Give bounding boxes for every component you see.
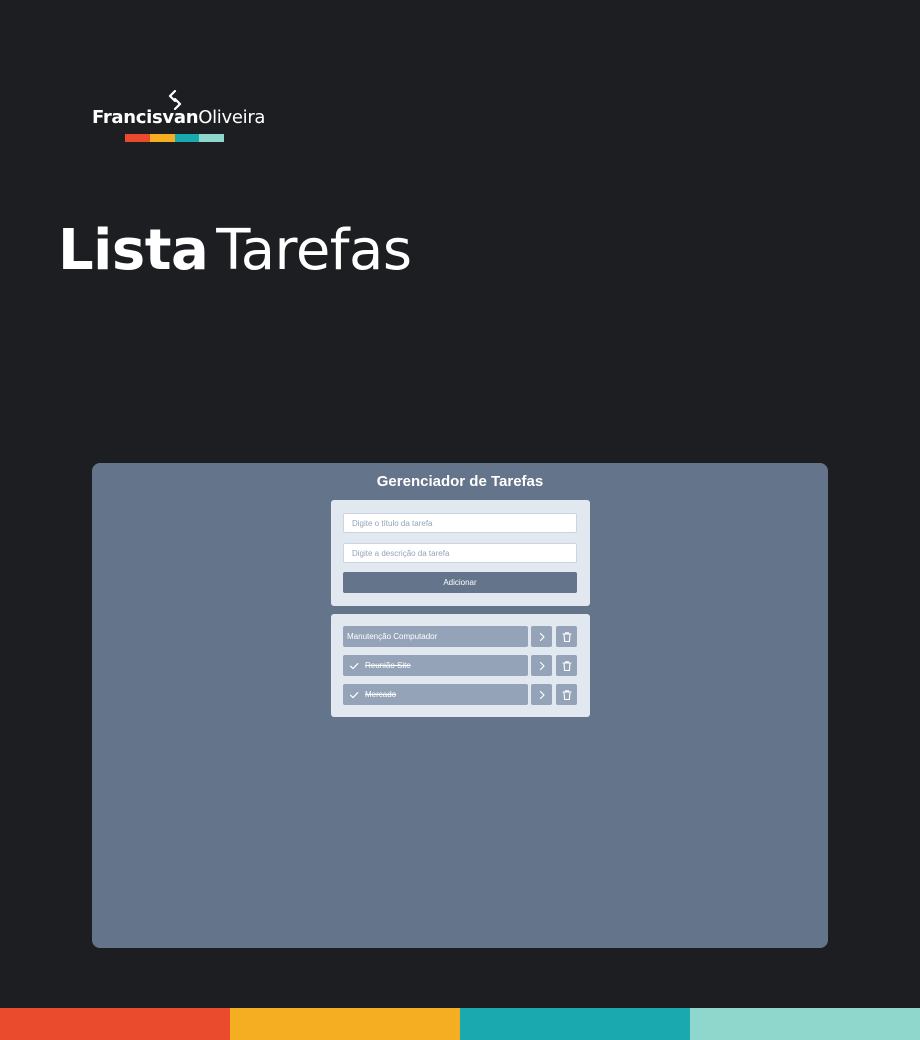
task-title-input[interactable] bbox=[343, 513, 577, 533]
add-task-button[interactable]: Adicionar bbox=[343, 572, 577, 593]
stripe-yellow bbox=[230, 1008, 460, 1040]
brand-stripe bbox=[0, 1008, 920, 1040]
stripe-teal bbox=[460, 1008, 690, 1040]
task-item: Reunião Site bbox=[343, 655, 577, 676]
task-details-button[interactable] bbox=[531, 626, 552, 647]
brand-last-name: Oliveira bbox=[198, 107, 266, 128]
chevron-right-icon bbox=[539, 690, 545, 699]
brand-color-yellow bbox=[149, 134, 175, 142]
task-list: Manutenção Computador Reunião Site Merca… bbox=[331, 614, 590, 717]
trash-icon bbox=[561, 689, 572, 700]
page-title-bold: Lista bbox=[58, 218, 209, 283]
brand-color-teal bbox=[174, 134, 200, 142]
page-title-light: Tarefas bbox=[216, 218, 412, 283]
stripe-red bbox=[0, 1008, 230, 1040]
chevron-right-icon bbox=[539, 632, 545, 641]
task-details-button[interactable] bbox=[531, 684, 552, 705]
chevron-right-icon bbox=[539, 661, 545, 670]
task-title: Manutenção Computador bbox=[347, 632, 438, 641]
brand-first-name: Francisvan bbox=[92, 107, 199, 128]
task-toggle[interactable]: Manutenção Computador bbox=[343, 626, 528, 647]
task-toggle[interactable]: Mercado bbox=[343, 684, 528, 705]
task-delete-button[interactable] bbox=[556, 655, 577, 676]
task-delete-button[interactable] bbox=[556, 684, 577, 705]
app-title: Gerenciador de Tarefas bbox=[376, 473, 544, 490]
add-task-form: Adicionar bbox=[331, 500, 590, 606]
stripe-mint bbox=[690, 1008, 920, 1040]
task-item: Manutenção Computador bbox=[343, 626, 577, 647]
task-manager-app: Gerenciador de Tarefas Adicionar Manuten… bbox=[92, 463, 828, 948]
task-item: Mercado bbox=[343, 684, 577, 705]
brand-color-mint bbox=[199, 134, 224, 142]
task-toggle[interactable]: Reunião Site bbox=[343, 655, 528, 676]
brand-color-bar bbox=[125, 134, 224, 142]
brand-name: FrancisvanOliveira bbox=[92, 107, 265, 128]
check-icon bbox=[349, 661, 359, 671]
brand-color-red bbox=[125, 134, 150, 142]
task-delete-button[interactable] bbox=[556, 626, 577, 647]
page-title: Lista Tarefas bbox=[58, 218, 412, 283]
trash-icon bbox=[561, 631, 572, 642]
task-description-input[interactable] bbox=[343, 543, 577, 563]
check-icon bbox=[349, 690, 359, 700]
trash-icon bbox=[561, 660, 572, 671]
brand-logo: FrancisvanOliveira bbox=[92, 90, 265, 146]
task-title: Reunião Site bbox=[365, 661, 411, 670]
task-title: Mercado bbox=[365, 690, 397, 699]
task-details-button[interactable] bbox=[531, 655, 552, 676]
